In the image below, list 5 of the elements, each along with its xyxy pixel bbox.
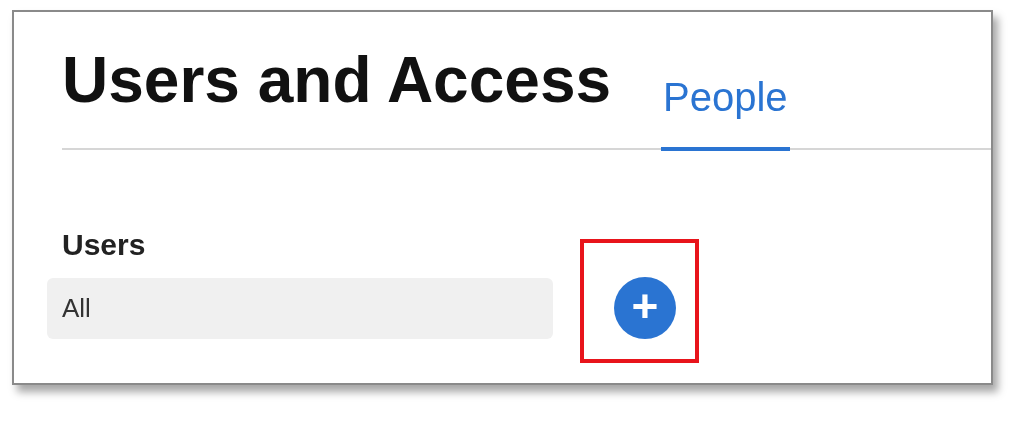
tab[interactable]: People bbox=[661, 77, 790, 151]
section-label: Users bbox=[62, 230, 147, 260]
filter-field[interactable]: All bbox=[47, 277, 553, 339]
page-title: Users and Access bbox=[62, 48, 612, 118]
add-button[interactable]: + bbox=[614, 277, 676, 339]
